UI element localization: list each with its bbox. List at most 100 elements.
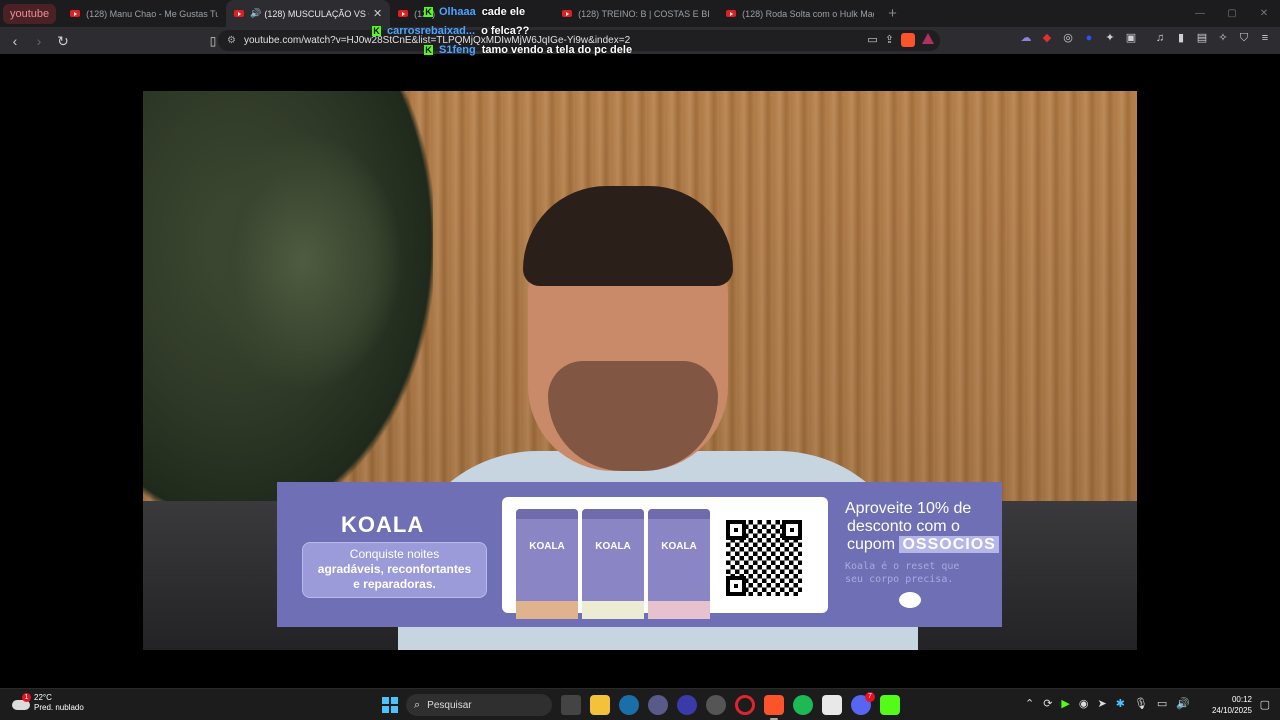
network-icon[interactable]: ▭ [1157, 697, 1167, 710]
share-icon[interactable]: ⇪ [885, 33, 894, 47]
product-can: KOALA [648, 509, 710, 619]
ad-tagline-line: e reparadoras. [353, 577, 436, 591]
can-label: KOALA [595, 541, 631, 552]
extensions-puzzle-icon[interactable]: ✦ [1103, 31, 1117, 45]
steam-tray-icon[interactable]: ◉ [1079, 697, 1089, 710]
tab-manu-chao[interactable]: (128) Manu Chao - Me Gustas Tu (Of [62, 0, 226, 27]
media-icon[interactable]: ♫ [1153, 31, 1167, 45]
minimize-icon[interactable]: — [1184, 0, 1216, 27]
kick-badge-icon: K [424, 7, 433, 17]
tab-title: (128) Roda Solta com o Hulk Magrel [742, 8, 875, 19]
ad-slogan-line: Koala é o reset que [845, 561, 960, 572]
cast-icon[interactable]: ▭ [867, 33, 877, 47]
extension-cloud-icon[interactable]: ☁ [1019, 31, 1033, 45]
tab-roda-solta[interactable]: (128) Roda Solta com o Hulk Magrel [718, 0, 882, 27]
app-round-icon[interactable] [648, 695, 668, 715]
reload-icon[interactable]: ↻ [53, 31, 73, 51]
search-placeholder: Pesquisar [427, 699, 472, 711]
chat-username: S1feng [439, 44, 476, 56]
steam-icon[interactable] [619, 695, 639, 715]
bluetooth-icon[interactable]: ✱ [1116, 697, 1125, 710]
ad-slogan: Koala é o reset que seu corpo precisa. [845, 560, 959, 586]
close-window-icon[interactable]: ✕ [1248, 0, 1280, 27]
menu-icon[interactable]: ≡ [1258, 31, 1272, 45]
brave-browser-icon[interactable] [764, 695, 784, 720]
youtube-icon [70, 10, 81, 17]
leo-ai-icon[interactable]: ✧ [1216, 31, 1230, 45]
extension-red-icon[interactable]: ◆ [1040, 31, 1054, 45]
discord-icon[interactable]: 7 [851, 692, 875, 715]
tab-title: (128) Manu Chao - Me Gustas Tu (Of [86, 8, 219, 19]
extension-screenshot-icon[interactable]: ▣ [1124, 31, 1138, 45]
chat-text: tamo vendo a tela do pc dele [481, 44, 633, 56]
back-arrow-icon[interactable]: ‹ [5, 31, 25, 51]
spotify-icon[interactable] [793, 695, 813, 715]
koala-logo-icon [899, 592, 921, 608]
cloud-icon: 1 [12, 693, 32, 711]
coupon-code: OSSOCIOS [899, 536, 999, 553]
chat-text: cade ele [481, 6, 526, 18]
extension-glasses-icon[interactable]: ◎ [1061, 31, 1075, 45]
taskbar-apps: 7 [561, 692, 900, 720]
tab-group-youtube[interactable]: youtube [3, 3, 57, 24]
chevron-up-icon[interactable]: ⌃ [1025, 697, 1034, 710]
brave-shields-icon[interactable] [901, 33, 915, 47]
ad-offer-line: desconto com o [847, 518, 960, 535]
ad-banner[interactable]: KOALA Conquiste noites agradáveis, recon… [277, 482, 1002, 627]
weather-widget[interactable]: 1 22°C Pred. nublado [12, 693, 84, 713]
product-can: KOALA [582, 509, 644, 619]
youtube-icon [726, 10, 737, 17]
chat-message: K S1feng tamo vendo a tela do pc dele [424, 43, 632, 57]
tab-musculacao[interactable]: 🔊 (128) MUSCULAÇÃO VS COR ✕ [226, 0, 391, 27]
product-can: KOALA [516, 509, 578, 619]
windows-start-icon[interactable] [382, 697, 398, 713]
notification-icon[interactable]: ▢ [1260, 698, 1270, 711]
qr-code[interactable] [723, 517, 805, 599]
new-tab-icon[interactable]: + [888, 5, 897, 22]
screen: youtube (128) Manu Chao - Me Gustas Tu (… [0, 0, 1280, 720]
play-icon[interactable]: ▶ [1061, 697, 1069, 710]
brave-rewards-icon[interactable] [922, 33, 934, 44]
maximize-icon[interactable]: ▢ [1216, 0, 1248, 27]
ad-offer-text: cupom [847, 536, 896, 553]
microphone-icon[interactable]: 🎙 [1134, 697, 1148, 710]
opera-icon[interactable] [735, 695, 755, 715]
ad-brand-logo: KOALA [341, 512, 425, 537]
close-tab-icon[interactable]: ✕ [373, 7, 382, 20]
youtube-icon [398, 10, 409, 17]
arrow-app-icon[interactable] [677, 695, 697, 715]
ad-slogan-line: seu corpo precisa. [845, 574, 954, 585]
ad-offer-line: Aproveite 10% de [845, 500, 972, 517]
forward-arrow-icon[interactable]: › [29, 31, 49, 51]
arrow-tray-icon[interactable]: ➤ [1097, 697, 1106, 710]
kick-app-icon[interactable] [880, 695, 900, 715]
youtube-icon [234, 10, 245, 17]
chat-username: Olhaaa [439, 6, 476, 18]
taskbar: 1 22°C Pred. nublado ⌕ Pesquisar 7 ⌃ ⟳ ▶… [0, 688, 1280, 720]
vpn-icon[interactable]: ⛉ [1237, 31, 1251, 45]
can-label: KOALA [661, 541, 697, 552]
clock[interactable]: 00:12 24/10/2025 [1212, 694, 1252, 716]
search-icon: ⌕ [414, 698, 421, 711]
discord-badge: 7 [865, 692, 875, 702]
tab-strip: youtube (128) Manu Chao - Me Gustas Tu (… [0, 0, 1280, 27]
window-controls: — ▢ ✕ [1184, 0, 1280, 27]
task-view-icon[interactable] [561, 695, 581, 715]
kick-badge-icon: K [372, 26, 381, 36]
volume-icon[interactable]: 🔊 [1176, 697, 1190, 710]
site-info-icon[interactable]: ⚙ [227, 35, 236, 46]
file-explorer-icon[interactable] [590, 695, 610, 715]
taskbar-search[interactable]: ⌕ Pesquisar [406, 694, 552, 716]
can-label: KOALA [529, 541, 565, 552]
sync-icon[interactable]: ⟳ [1043, 697, 1052, 710]
notepad-icon[interactable] [822, 695, 842, 715]
date: 24/10/2025 [1211, 706, 1252, 715]
chat-message: K Olhaaa cade ele [424, 5, 632, 19]
ad-product-card: KOALA KOALA KOALA [502, 497, 828, 619]
wallet-icon[interactable]: ▤ [1195, 31, 1209, 45]
sidebar-icon[interactable]: ▮ [1174, 31, 1188, 45]
extension-blue-icon[interactable]: ● [1082, 31, 1096, 45]
speaker-icon[interactable]: 🔊 [250, 8, 261, 19]
clock-app-icon[interactable] [706, 695, 726, 715]
chat-overlay: K Olhaaa cade ele K carrosrebaixad... o … [372, 5, 632, 62]
